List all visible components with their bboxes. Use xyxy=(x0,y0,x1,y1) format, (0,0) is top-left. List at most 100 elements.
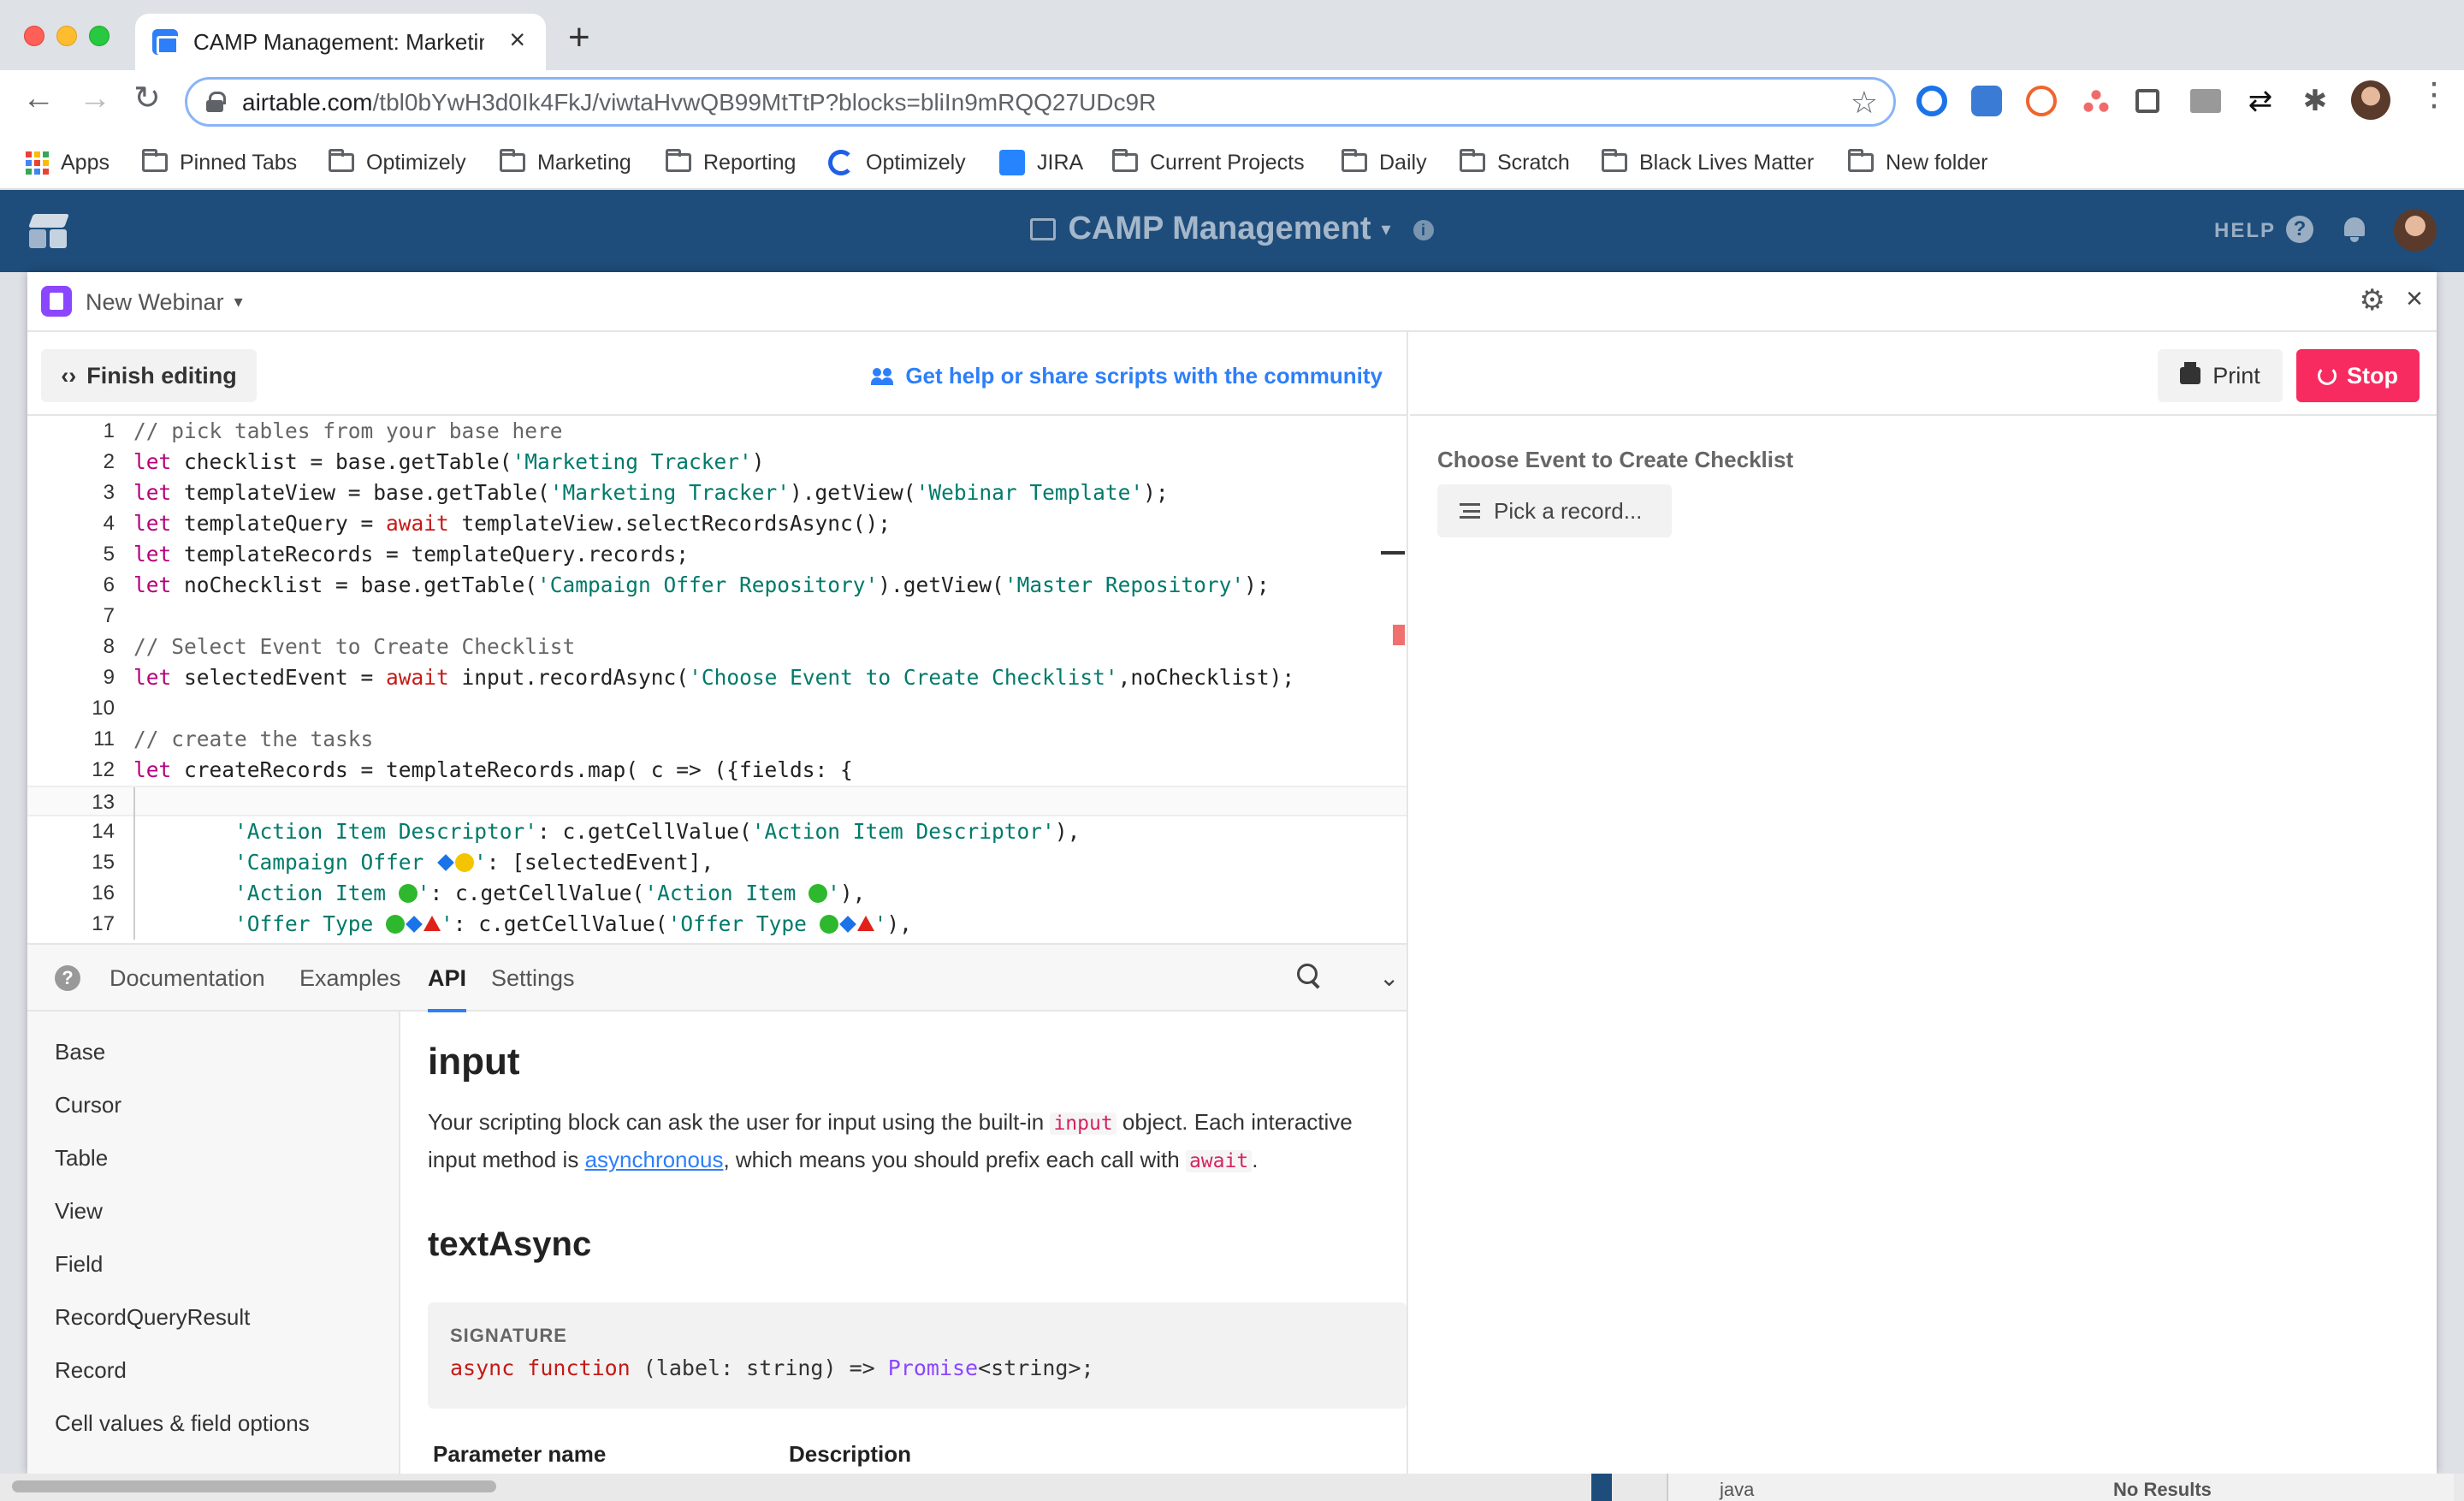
help-label[interactable]: HELP xyxy=(2214,219,2276,243)
code-line: 4 let templateQuery = await templateView.… xyxy=(103,511,891,536)
scripting-block-panel: New Webinar ▾ ⚙ × ‹› Finish editing Get he… xyxy=(27,272,2437,1474)
bookmark-new-folder[interactable]: New folder xyxy=(1848,145,1988,180)
help-question-icon[interactable]: ? xyxy=(2286,216,2313,243)
bookmark-daily[interactable]: Daily xyxy=(1342,145,1427,180)
extension-s-icon[interactable] xyxy=(1971,86,2002,116)
docs-nav-cursor[interactable]: Cursor xyxy=(55,1092,121,1118)
code-editor[interactable]: 1// pick tables from your base here 2 let… xyxy=(27,416,1407,943)
new-tab-button[interactable]: + xyxy=(568,19,590,56)
bookmark-marketing[interactable]: Marketing xyxy=(500,145,631,180)
docs-nav-table[interactable]: Table xyxy=(55,1145,108,1172)
code-line: 10 xyxy=(92,697,115,720)
bookmark-jira[interactable]: JIRA xyxy=(999,145,1083,180)
code-line: 2 let checklist = base.getTable('Marketin… xyxy=(103,449,765,474)
background-bar xyxy=(1591,1474,1612,1501)
bookmark-star-icon[interactable]: ☆ xyxy=(1851,85,1878,121)
window-close-button[interactable] xyxy=(24,26,44,46)
code-line: 14 'Action Item Descriptor': c.getCellVa… xyxy=(27,816,1407,847)
docs-paragraph: Your scripting block can ask the user fo… xyxy=(428,1109,1353,1172)
print-button[interactable]: Print xyxy=(2158,349,2283,402)
info-icon[interactable]: i xyxy=(1413,220,1434,240)
lock-icon xyxy=(206,92,226,112)
param-name-header: Parameter name xyxy=(433,1441,607,1467)
bookmark-reporting[interactable]: Reporting xyxy=(666,145,796,180)
search-icon[interactable] xyxy=(1297,964,1323,989)
extension-asana-icon[interactable] xyxy=(2081,86,2112,116)
tab-close-icon[interactable]: × xyxy=(509,24,525,56)
help-question-icon[interactable]: ? xyxy=(55,965,80,991)
find-query[interactable]: java xyxy=(1720,1479,1754,1501)
back-arrow-icon[interactable]: ← xyxy=(22,82,55,115)
browser-tab[interactable]: CAMP Management: Marketing × xyxy=(135,14,546,70)
reload-icon[interactable]: ↻ xyxy=(133,82,161,115)
tab-settings[interactable]: Settings xyxy=(491,965,575,992)
editor-toolbar: ‹› Finish editing Get help or share scrip… xyxy=(27,332,1407,416)
caret-down-icon: ▾ xyxy=(234,293,243,311)
chevron-down-icon[interactable]: ⌄ xyxy=(1379,964,1399,992)
background-scrollbar-thumb[interactable] xyxy=(12,1480,496,1492)
extension-sync-icon[interactable]: ⇄ xyxy=(2245,86,2276,116)
people-icon xyxy=(871,367,893,385)
gear-icon[interactable]: ⚙ xyxy=(2360,286,2385,315)
code-line: 1// pick tables from your base here xyxy=(103,418,563,443)
signature-label: SIGNATURE xyxy=(450,1325,567,1346)
docs-heading: input xyxy=(428,1041,520,1083)
base-title[interactable]: CAMP Management ▾ i xyxy=(0,211,2464,247)
docs-nav-recordqueryresult[interactable]: RecordQueryResult xyxy=(55,1304,250,1331)
extension-folder-icon[interactable] xyxy=(2190,89,2221,113)
code-line: 17 'Offer Type ': c.getCellValue('Offer … xyxy=(27,909,1407,940)
community-help-link[interactable]: Get help or share scripts with the commu… xyxy=(871,363,1383,389)
browser-toolbar: ← → ↻ airtable.com/tbl0bYwH3d0Ik4FkJ/viw… xyxy=(0,70,2464,135)
signature-box: SIGNATURE async function (label: string)… xyxy=(428,1302,1407,1409)
tab-api[interactable]: API xyxy=(428,965,467,1012)
background-find-bar: java No Results xyxy=(1667,1474,2454,1501)
folder-icon xyxy=(666,149,691,172)
extension-circle-icon[interactable] xyxy=(1916,86,1947,116)
extension-copy-icon[interactable] xyxy=(2135,89,2159,113)
asynchronous-link[interactable]: asynchronous xyxy=(585,1147,724,1172)
bookmark-current-projects[interactable]: Current Projects xyxy=(1112,145,1305,180)
extensions-puzzle-icon[interactable]: ✱ xyxy=(2300,86,2331,116)
url-text[interactable]: airtable.com/tbl0bYwH3d0Ik4FkJ/viwtaHvwQ… xyxy=(242,89,1156,116)
tab-title: CAMP Management: Marketing xyxy=(193,29,484,55)
close-icon[interactable]: × xyxy=(2406,284,2423,313)
bookmark-black-lives-matter[interactable]: Black Lives Matter xyxy=(1602,145,1814,180)
bookmark-optimizely-site[interactable]: Optimizely xyxy=(828,145,966,180)
window-zoom-button[interactable] xyxy=(89,26,110,46)
stop-button[interactable]: Stop xyxy=(2296,349,2420,402)
docs-nav-view[interactable]: View xyxy=(55,1198,103,1225)
optimizely-icon xyxy=(828,150,854,175)
block-name-dropdown[interactable]: New Webinar ▾ xyxy=(86,289,243,316)
chrome-profile-avatar[interactable] xyxy=(2351,80,2390,120)
bookmark-scratch[interactable]: Scratch xyxy=(1460,145,1570,180)
forward-arrow-icon[interactable]: → xyxy=(79,82,111,115)
description-header: Description xyxy=(789,1441,912,1467)
printer-icon xyxy=(2180,362,2201,384)
chrome-menu-icon[interactable]: ⋮ xyxy=(2418,79,2450,111)
jira-icon xyxy=(999,150,1025,175)
docs-nav-record[interactable]: Record xyxy=(55,1357,127,1384)
bookmark-pinned-tabs[interactable]: Pinned Tabs xyxy=(142,145,297,180)
user-avatar[interactable] xyxy=(2394,209,2437,252)
docs-nav-cell-values[interactable]: Cell values & field options xyxy=(55,1410,310,1437)
address-bar[interactable]: airtable.com/tbl0bYwH3d0Ik4FkJ/viwtaHvwQ… xyxy=(185,77,1896,127)
base-table-icon xyxy=(1030,218,1057,240)
folder-icon xyxy=(1460,149,1485,172)
bookmark-apps[interactable]: Apps xyxy=(26,145,110,180)
docs-nav-field[interactable]: Field xyxy=(55,1251,103,1278)
bookmark-optimizely-folder[interactable]: Optimizely xyxy=(329,145,466,180)
folder-icon xyxy=(329,149,354,172)
pick-record-button[interactable]: Pick a record... xyxy=(1437,484,1672,537)
finish-editing-button[interactable]: ‹› Finish editing xyxy=(41,349,257,402)
folder-icon xyxy=(1602,149,1627,172)
folder-icon xyxy=(1112,149,1138,172)
notifications-bell-icon[interactable] xyxy=(2343,216,2366,243)
tab-documentation[interactable]: Documentation xyxy=(110,965,265,992)
docs-nav-base[interactable]: Base xyxy=(55,1039,105,1065)
output-prompt-label: Choose Event to Create Checklist xyxy=(1437,447,1794,472)
extension-b-icon[interactable] xyxy=(2026,86,2057,116)
folder-icon xyxy=(142,149,168,172)
window-minimize-button[interactable] xyxy=(56,26,77,46)
code-line: 8// Select Event to Create Checklist xyxy=(103,634,576,659)
tab-examples[interactable]: Examples xyxy=(299,965,401,992)
